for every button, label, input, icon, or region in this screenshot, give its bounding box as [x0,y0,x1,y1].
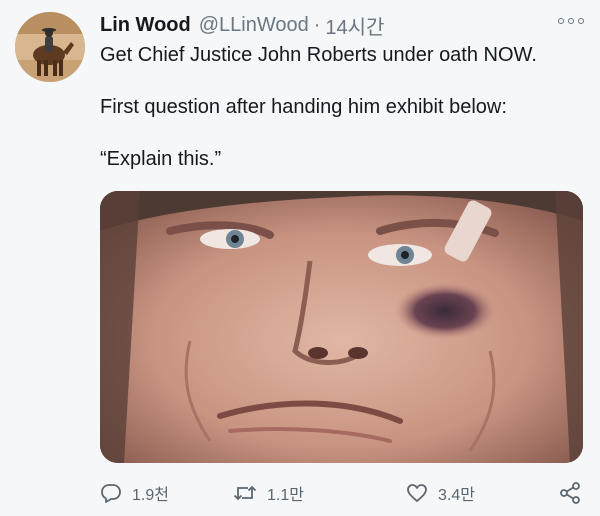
like-button[interactable]: 3.4만 [406,478,475,508]
separator-dot: · [313,13,321,36]
tweet-text-line: First question after handing him exhibit… [100,96,507,118]
author-handle[interactable]: @LLinWood [199,14,309,37]
reply-count: 1.9천 [132,487,169,504]
tweet-text: Get Chief Justice John Roberts under oat… [100,40,580,174]
retweet-icon [233,485,257,501]
tweet-actions-bar: 1.9천 1.1만 3.4만 [100,478,590,508]
retweet-count: 1.1만 [267,487,304,504]
author-display-name[interactable]: Lin Wood [100,14,191,37]
tweet-text-line: Get Chief Justice John Roberts under oat… [100,44,537,66]
reply-icon [101,484,121,503]
tweet-card[interactable]: Lin Wood @LLinWood · 14시간 Get Chief Just… [0,0,600,516]
more-options-icon[interactable] [558,14,584,28]
retweet-button[interactable]: 1.1만 [233,478,304,508]
tweet-timestamp[interactable]: 14시간 [325,11,384,40]
tweet-media-photo[interactable] [100,191,583,463]
tweet-header: Lin Wood @LLinWood · 14시간 [100,10,384,40]
reply-button[interactable]: 1.9천 [100,478,169,508]
share-icon [560,482,580,504]
like-count: 3.4만 [438,487,475,504]
share-button[interactable] [558,478,592,508]
tweet-text-line: “Explain this.” [100,148,222,170]
heart-icon [407,484,427,502]
avatar[interactable] [15,12,85,82]
